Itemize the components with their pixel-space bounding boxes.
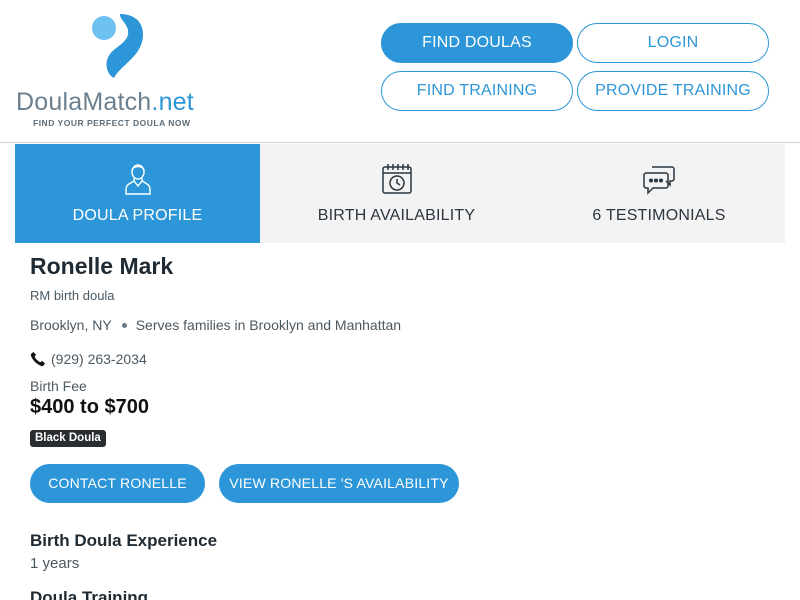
training-heading: Doula Training [30,588,149,600]
black-doula-badge: Black Doula [30,430,106,447]
logo-word-match: Match [82,88,152,116]
view-availability-button[interactable]: VIEW RONELLE 'S AVAILABILITY [219,464,459,503]
experience-value: 1 years [30,555,80,572]
logo-wordmark: DoulaMatch.net [16,88,194,117]
service-area-text: Serves families in Brooklyn and Manhatta… [135,317,402,333]
chat-bubbles-icon [643,166,675,195]
login-button[interactable]: LOGIN [577,23,769,63]
tab-testimonials[interactable]: 6 TESTIMONIALS [533,144,785,243]
person-icon [124,164,151,195]
experience-heading: Birth Doula Experience [30,531,218,550]
calendar-clock-icon [381,164,412,194]
tab-birth-availability[interactable]: BIRTH AVAILABILITY [260,144,533,243]
tab-label: DOULA PROFILE [72,207,203,224]
doula-name: Ronelle Mark [30,253,174,279]
logo-word-net: .net [151,88,194,116]
tab-doula-profile[interactable]: DOULA PROFILE [15,144,260,243]
logo-mark-icon [92,14,144,78]
location-row: Brooklyn, NY Serves families in Brooklyn … [30,317,401,333]
phone-number[interactable]: (929) 263-2034 [51,351,147,367]
contact-button[interactable]: CONTACT RONELLE [30,464,205,503]
site-logo[interactable]: DoulaMatch.net FIND YOUR PERFECT DOULA N… [16,10,216,130]
provide-training-button[interactable]: PROVIDE TRAINING [577,71,769,111]
phone-icon [30,352,45,367]
business-name: RM birth doula [30,288,115,303]
tab-label: 6 TESTIMONIALS [592,207,726,224]
find-training-button[interactable]: FIND TRAINING [381,71,573,111]
location-text: Brooklyn, NY [30,317,112,333]
logo-tagline: FIND YOUR PERFECT DOULA NOW [33,118,191,128]
find-doulas-button[interactable]: FIND DOULAS [381,23,573,63]
tab-label: BIRTH AVAILABILITY [317,207,476,224]
phone-row[interactable]: (929) 263-2034 [30,351,147,367]
birth-fee-label: Birth Fee [30,378,87,394]
separator-dot [121,322,127,328]
birth-fee-value: $400 to $700 [30,396,149,418]
profile-tabs: DOULA PROFILE BIRTH AVAILABILITY 6 TESTI… [15,144,785,243]
logo-word-doula: Doula [16,88,83,116]
site-header: DoulaMatch.net FIND YOUR PERFECT DOULA N… [0,0,800,143]
